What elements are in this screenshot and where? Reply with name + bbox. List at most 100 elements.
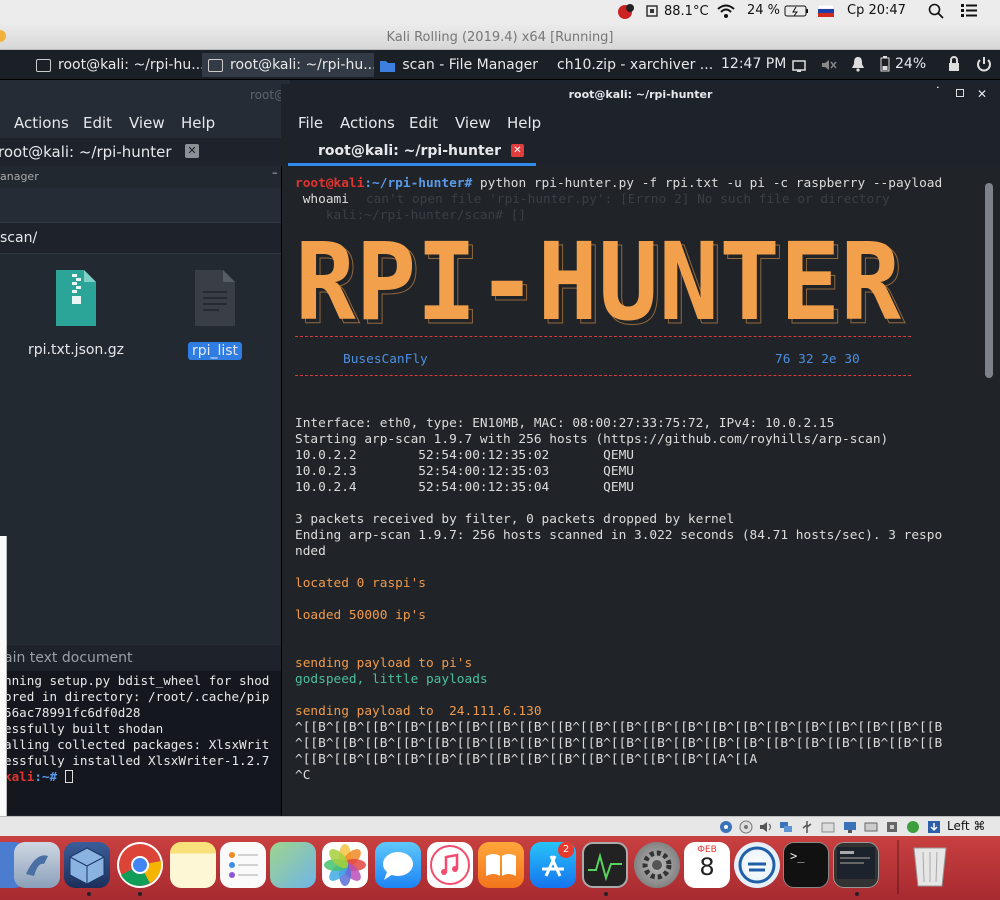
- dock-calendar-icon[interactable]: ФЕВ 8: [684, 842, 730, 888]
- clock-text[interactable]: Ср 20:47: [847, 3, 906, 18]
- menu-edit[interactable]: Edit: [409, 114, 438, 132]
- file-name: rpi_list: [187, 342, 243, 360]
- vm-titlebar[interactable]: Kali Rolling (2019.4) x64 [Running]: [0, 22, 1000, 50]
- display-icon[interactable]: [792, 58, 806, 77]
- spotlight-search-icon[interactable]: [928, 3, 944, 19]
- dock-virtualbox-icon[interactable]: [64, 842, 110, 888]
- dock-chrome-icon[interactable]: [117, 842, 163, 888]
- close-icon[interactable]: ✕: [977, 87, 987, 101]
- cpu-temp-widget[interactable]: 88.1°C: [644, 3, 709, 19]
- vm-window-title: Kali Rolling (2019.4) x64 [Running]: [386, 30, 614, 45]
- bell-icon[interactable]: [851, 56, 865, 76]
- bg-prompt[interactable]: kali:~#: [4, 769, 269, 785]
- battery-charging-icon: [784, 5, 809, 16]
- terminal-icon: [36, 58, 51, 72]
- dock-preview-icon[interactable]: [14, 842, 60, 888]
- task-label: root@kali: ~/rpi-hu...: [58, 57, 202, 73]
- dock-books-icon[interactable]: [478, 842, 524, 888]
- bg-menu-actions[interactable]: Actions: [14, 114, 69, 132]
- term-line: Ending arp-scan 1.9.7: 256 hosts scanned…: [295, 528, 943, 543]
- terminal-menubar: File Actions Edit View Help: [281, 108, 1000, 138]
- mac-menubar: 88.1°C 24 % Ср 20:47: [0, 0, 1000, 22]
- record-icon[interactable]: [616, 3, 636, 19]
- banner-divider: [295, 336, 911, 337]
- panel-battery[interactable]: 24%: [880, 56, 926, 72]
- volume-muted-icon[interactable]: [821, 57, 837, 76]
- close-icon[interactable]: ✕: [185, 144, 199, 158]
- command-wrap: whoami: [295, 192, 349, 207]
- menu-help[interactable]: Help: [507, 114, 541, 132]
- bg-menu-help[interactable]: Help: [181, 114, 215, 132]
- zip-file-icon: [56, 270, 96, 326]
- background-terminal: ain text document nning setup.py bdist_w…: [0, 645, 290, 815]
- offscreen-window-edge: [0, 536, 7, 816]
- host-key-label[interactable]: Left ⌘: [947, 819, 985, 833]
- wifi-icon[interactable]: [716, 3, 736, 19]
- file-item-selected[interactable]: rpi_list: [170, 270, 260, 360]
- terminal-titlebar[interactable]: root@kali: ~/rpi-hunter ˙ ✕: [281, 84, 1000, 108]
- notification-center-icon[interactable]: [960, 3, 978, 17]
- dock-reminders-icon[interactable]: [220, 842, 266, 888]
- minimize-icon[interactable]: ˙: [935, 85, 941, 98]
- tab-close-icon[interactable]: ✕: [511, 144, 524, 157]
- tab-label: root@kali: ~/rpi-hunter: [318, 143, 502, 159]
- bg-menubar: Actions Edit View Help: [0, 108, 290, 138]
- banner-version: 76 32 2e 30: [775, 352, 860, 367]
- bg-term-output: nning setup.py bdist_wheel for shod ored …: [4, 673, 269, 785]
- running-indicator: [604, 892, 608, 896]
- file-name: rpi.txt.json.gz: [27, 342, 124, 358]
- chip-icon: [646, 5, 658, 17]
- scan-output: Interface: eth0, type: EN10MB, MAC: 08:0…: [295, 416, 942, 560]
- dock-system-preferences-icon[interactable]: [634, 842, 680, 888]
- dock-notes-icon[interactable]: [170, 842, 216, 888]
- dock-vm-preview-icon[interactable]: [833, 842, 879, 888]
- escape-sequence-output: ^[[B^[[B^[[B^[[B^[[B^[[B^[[B^[[B^[[B^[[B…: [295, 720, 942, 784]
- dock-separator: [897, 840, 899, 894]
- bg-menu-edit[interactable]: Edit: [83, 114, 112, 132]
- lock-icon[interactable]: [947, 56, 961, 76]
- task-xarchiver[interactable]: ch10.zip - xarchiver ...: [544, 53, 714, 77]
- term-line: 10.0.2.2 52:54:00:12:35:02 QEMU: [295, 448, 634, 463]
- task-terminal-2[interactable]: root@kali: ~/rpi-hu...: [202, 53, 374, 77]
- terminal-scrollbar[interactable]: [985, 183, 993, 378]
- dock-network-radar-icon[interactable]: [734, 842, 780, 888]
- calendar-day: 8: [699, 853, 715, 881]
- notification-badge: 2: [558, 842, 574, 858]
- minimize-icon[interactable]: –: [272, 166, 278, 179]
- dock-activity-monitor-icon[interactable]: [582, 842, 628, 888]
- bg-tab[interactable]: root@kali: ~/rpi-hunter ✕: [0, 138, 290, 166]
- maximize-icon[interactable]: [956, 89, 964, 97]
- ghost-line: can't open file 'rpi-hunter.py': [Errno …: [335, 192, 890, 207]
- dock-terminal-icon[interactable]: >_: [783, 842, 829, 888]
- task-terminal-1[interactable]: root@kali: ~/rpi-hu...: [30, 53, 202, 77]
- dock-trash-icon[interactable]: [910, 842, 956, 888]
- term-line: ored in directory: /root/.cache/pip: [4, 689, 270, 704]
- menu-actions[interactable]: Actions: [340, 114, 395, 132]
- terminal-output[interactable]: can't open file 'rpi-hunter.py': [Errno …: [295, 176, 980, 806]
- terminal-tab[interactable]: root@kali: ~/rpi-hunter ✕: [288, 138, 536, 166]
- power-icon[interactable]: [976, 56, 992, 76]
- bg-menu-view[interactable]: View: [129, 114, 165, 132]
- task-file-manager[interactable]: scan - File Manager: [374, 53, 544, 77]
- dock-maps-icon[interactable]: [270, 842, 316, 888]
- sending-pi-line: sending payload to pi's: [295, 656, 473, 671]
- bg-subtitle: anager: [0, 170, 39, 183]
- panel-clock[interactable]: 12:47 PM: [721, 56, 786, 72]
- command-line: root@kali:~/rpi-hunter# python rpi-hunte…: [295, 176, 942, 192]
- term-line: essfully installed XlsxWriter-1.2.7: [4, 753, 270, 768]
- located-line: located 0 raspi's: [295, 576, 426, 591]
- menu-file[interactable]: File: [298, 114, 323, 132]
- loaded-line: loaded 50000 ip's: [295, 608, 426, 623]
- path-text: scan/: [0, 230, 38, 246]
- dock-photos-icon[interactable]: [322, 842, 368, 888]
- task-label: scan - File Manager: [402, 57, 538, 73]
- terminal-title: root@kali: ~/rpi-hunter: [568, 88, 713, 101]
- path-bar[interactable]: scan/: [0, 222, 290, 254]
- dock-music-icon[interactable]: [427, 842, 473, 888]
- russian-flag-icon[interactable]: [818, 5, 834, 17]
- menu-view[interactable]: View: [455, 114, 491, 132]
- dock-messages-icon[interactable]: [375, 842, 421, 888]
- battery-widget[interactable]: 24 %: [747, 3, 810, 18]
- folder-icon: [380, 60, 396, 72]
- file-item[interactable]: rpi.txt.json.gz: [20, 270, 132, 358]
